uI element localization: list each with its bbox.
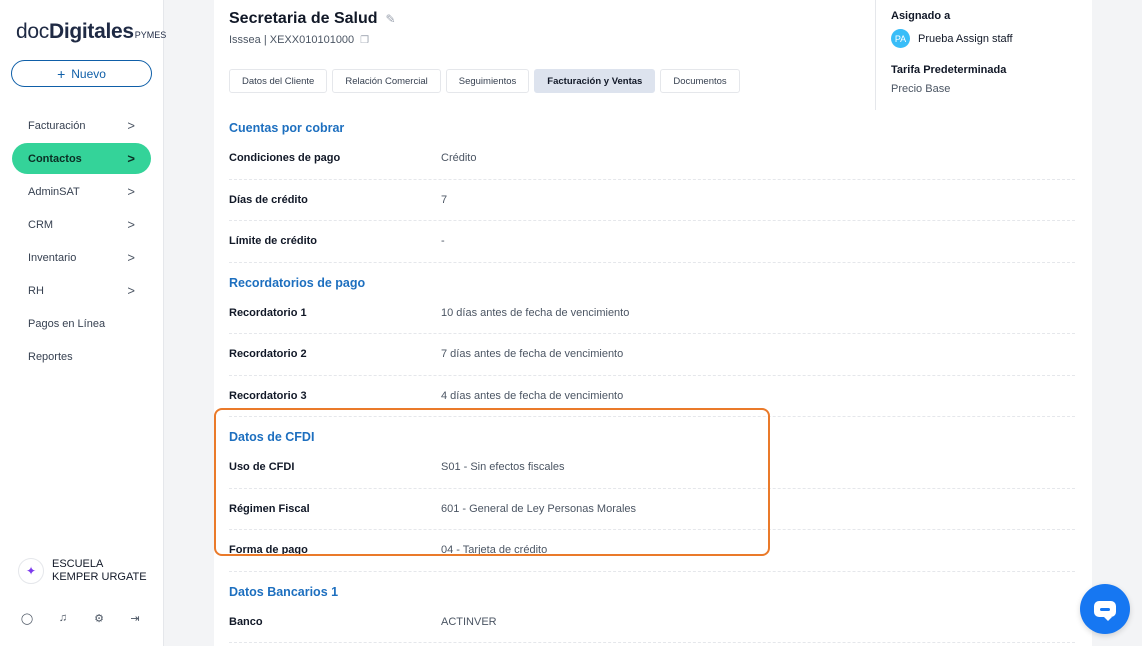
assignee-name: Prueba Assign staff bbox=[918, 32, 1013, 45]
avatar: PA bbox=[891, 29, 910, 48]
sidebar-item-label: AdminSAT bbox=[28, 185, 80, 198]
new-button-label: Nuevo bbox=[71, 66, 106, 81]
contact-rfc: Isssea | XEXX010101000 bbox=[229, 34, 355, 46]
tab-facturacion-y-ventas[interactable]: Facturación y Ventas bbox=[534, 69, 656, 93]
row-value: 7 bbox=[441, 193, 448, 206]
row-value: 7 días antes de fecha de vencimiento bbox=[441, 348, 624, 361]
sidebar-nav: Facturación > Contactos > AdminSAT > CRM > I… bbox=[12, 110, 151, 374]
chevron-right-icon: > bbox=[127, 283, 135, 298]
sidebar-footer: ◯ ♫ ⚙ ⇥ bbox=[20, 611, 142, 625]
new-button[interactable]: + Nuevo bbox=[11, 60, 152, 87]
tarifa-value: Precio Base bbox=[891, 83, 951, 95]
table-row: Uso de CFDI S01 - Sin efectos fiscales bbox=[229, 447, 1075, 489]
chevron-right-icon: > bbox=[127, 184, 135, 199]
row-label: Uso de CFDI bbox=[229, 461, 295, 474]
sidebar-item-crm[interactable]: CRM > bbox=[12, 209, 151, 240]
row-value: ACTINVER bbox=[441, 615, 497, 628]
chevron-right-icon: > bbox=[127, 217, 135, 232]
row-label: Días de crédito bbox=[229, 193, 308, 206]
table-row: Recordatorio 3 4 días antes de fecha de v… bbox=[229, 376, 1075, 417]
row-label: Banco bbox=[229, 615, 263, 628]
chevron-right-icon: > bbox=[127, 151, 135, 166]
table-row: Régimen Fiscal 601 - General de Ley Perso… bbox=[229, 489, 1075, 530]
tab-documentos[interactable]: Documentos bbox=[660, 69, 740, 93]
organization-switcher[interactable]: ✦ ESCUELA KEMPER URGATE bbox=[18, 558, 152, 584]
tab-bar: Datos del Cliente Relación Comercial Seg… bbox=[229, 69, 740, 93]
row-value: 4 días antes de fecha de vencimiento bbox=[441, 389, 624, 402]
sidebar-item-pagos-en-linea[interactable]: Pagos en Línea bbox=[12, 308, 151, 339]
row-value: 04 - Tarjeta de crédito bbox=[441, 544, 548, 557]
docdigitales-logo[interactable]: doc Digitales PYMES bbox=[16, 20, 166, 44]
table-row: Recordatorio 2 7 días antes de fecha de v… bbox=[229, 334, 1075, 376]
table-row: Condiciones de pago Crédito bbox=[229, 138, 1075, 180]
tab-datos-del-cliente[interactable]: Datos del Cliente bbox=[229, 69, 328, 93]
chevron-right-icon: > bbox=[127, 250, 135, 265]
logo-pymes: PYMES bbox=[134, 30, 167, 40]
table-row: Días de crédito 7 bbox=[229, 180, 1075, 221]
row-label: Condiciones de pago bbox=[229, 152, 341, 165]
organization-name: ESCUELA KEMPER URGATE bbox=[52, 558, 147, 583]
section-title-cfdi: Datos de CFDI bbox=[229, 430, 315, 444]
sidebar-item-rh[interactable]: RH > bbox=[12, 275, 151, 306]
assignment-panel: Asignado a PA Prueba Assign staff Tarifa… bbox=[875, 0, 1075, 110]
logout-icon[interactable]: ⇥ bbox=[128, 611, 142, 625]
table-row: Límite de crédito - bbox=[229, 221, 1075, 263]
row-label: Recordatorio 3 bbox=[229, 389, 307, 402]
sidebar-item-inventario[interactable]: Inventario > bbox=[12, 242, 151, 273]
table-row: Forma de pago 04 - Tarjeta de crédito bbox=[229, 530, 1075, 572]
row-value: Crédito bbox=[441, 152, 477, 165]
user-circle-icon[interactable]: ◯ bbox=[20, 611, 34, 625]
row-label: Forma de pago bbox=[229, 544, 308, 557]
sidebar-item-label: Inventario bbox=[28, 251, 77, 264]
copy-icon[interactable]: ❐ bbox=[360, 35, 369, 46]
chevron-right-icon: > bbox=[127, 118, 135, 133]
assigned-label: Asignado a bbox=[891, 10, 951, 22]
sidebar-item-label: RH bbox=[28, 284, 44, 297]
row-label: Recordatorio 1 bbox=[229, 306, 307, 319]
sidebar-item-label: Contactos bbox=[28, 152, 82, 165]
logo-digitales: Digitales bbox=[48, 20, 134, 43]
contact-subtitle: Isssea | XEXX010101000 ❐ bbox=[229, 34, 369, 46]
sidebar-item-facturacion[interactable]: Facturación > bbox=[12, 110, 151, 141]
contact-detail-card: Secretaria de Salud ✎ Isssea | XEXX01010… bbox=[214, 0, 1092, 646]
edit-pencil-icon[interactable]: ✎ bbox=[386, 12, 396, 26]
sidebar: doc Digitales PYMES + Nuevo Facturación >… bbox=[0, 0, 166, 646]
organization-logo-icon: ✦ bbox=[18, 558, 44, 584]
tarifa-label: Tarifa Predeterminada bbox=[891, 64, 1007, 76]
plus-icon: + bbox=[57, 65, 66, 82]
gear-icon[interactable]: ⚙ bbox=[92, 611, 106, 625]
section-title-bancarios: Datos Bancarios 1 bbox=[229, 584, 339, 599]
sidebar-item-label: Facturación bbox=[28, 119, 86, 132]
sidebar-item-label: Reportes bbox=[28, 350, 73, 363]
bell-icon[interactable]: ♫ bbox=[56, 611, 70, 625]
chat-bubble-icon bbox=[1094, 601, 1116, 621]
table-row: Banco ACTINVER bbox=[229, 602, 1075, 643]
section-title-cuentas: Cuentas por cobrar bbox=[229, 121, 345, 135]
chat-button[interactable] bbox=[1080, 584, 1130, 634]
row-value: 10 días antes de fecha de vencimiento bbox=[441, 306, 630, 319]
tab-seguimientos[interactable]: Seguimientos bbox=[445, 69, 530, 93]
table-row: Recordatorio 1 10 días antes de fecha de … bbox=[229, 293, 1075, 334]
billing-sections: Cuentas por cobrar Condiciones de pago Cr… bbox=[229, 118, 1075, 643]
row-value: - bbox=[441, 235, 445, 248]
sidebar-item-contactos[interactable]: Contactos > bbox=[12, 143, 151, 174]
logo-doc: doc bbox=[16, 20, 49, 43]
tab-relacion-comercial[interactable]: Relación Comercial bbox=[332, 69, 441, 93]
row-label: Límite de crédito bbox=[229, 235, 318, 248]
row-label: Régimen Fiscal bbox=[229, 502, 310, 515]
sidebar-item-adminsat[interactable]: AdminSAT > bbox=[12, 176, 151, 207]
section-title-recordatorios: Recordatorios de pago bbox=[229, 275, 366, 290]
assignee[interactable]: PA Prueba Assign staff bbox=[891, 29, 1013, 48]
row-value: 601 - General de Ley Personas Morales bbox=[441, 502, 637, 515]
sidebar-item-reportes[interactable]: Reportes bbox=[12, 341, 151, 372]
sidebar-item-label: CRM bbox=[28, 218, 54, 231]
contact-name: Secretaria de Salud bbox=[229, 10, 378, 27]
page-title: Secretaria de Salud ✎ bbox=[229, 10, 396, 28]
row-label: Recordatorio 2 bbox=[229, 348, 307, 361]
sidebar-item-label: Pagos en Línea bbox=[28, 317, 106, 330]
row-value: S01 - Sin efectos fiscales bbox=[441, 461, 565, 474]
